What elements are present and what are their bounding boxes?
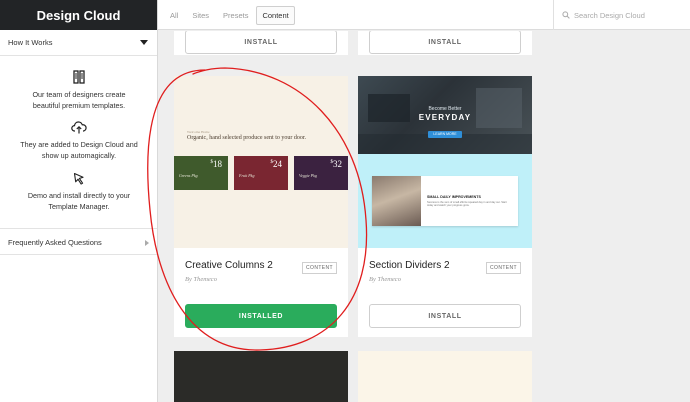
zigzag-divider bbox=[358, 154, 532, 161]
template-grid: INSTALL INSTALL Welcome Home Organic, ha… bbox=[158, 31, 690, 402]
install-button[interactable]: INSTALL bbox=[185, 31, 337, 54]
preview-package: $18 Greens Pkg bbox=[174, 156, 228, 190]
tab-all[interactable]: All bbox=[164, 6, 184, 25]
template-card: INSTALL bbox=[358, 31, 532, 55]
chevron-right-icon bbox=[145, 239, 149, 246]
template-author: By Themeco bbox=[369, 276, 401, 283]
category-badge: CONTENT bbox=[486, 262, 521, 274]
chevron-down-icon bbox=[140, 40, 148, 45]
template-card[interactable] bbox=[358, 351, 532, 402]
preview-package-name: Veggie Pkg bbox=[299, 173, 317, 178]
design-cloud-app: Design Cloud How It Works Our team of de… bbox=[0, 0, 690, 402]
preview-panel: SMALL DAILY IMPROVEMENTS Success is the … bbox=[372, 176, 518, 226]
woman-laptop-photo bbox=[372, 176, 421, 226]
faq-toggle[interactable]: Frequently Asked Questions bbox=[0, 231, 158, 255]
preview-price: $18 bbox=[210, 159, 223, 169]
step-design: Our team of designers create beautiful p… bbox=[0, 70, 158, 111]
template-title: Creative Columns 2 bbox=[185, 260, 273, 271]
template-card-creative-columns: Welcome Home Organic, hand selected prod… bbox=[174, 76, 348, 337]
preview-kicker: Welcome Home bbox=[187, 130, 210, 134]
install-button[interactable]: INSTALL bbox=[369, 31, 521, 54]
step-install: Demo and install directly to your Templa… bbox=[0, 172, 158, 212]
install-button[interactable]: INSTALL bbox=[369, 304, 521, 328]
cursor-arrow-icon bbox=[73, 172, 84, 185]
preview-price: $32 bbox=[330, 159, 343, 169]
search-input[interactable]: Search Design Cloud bbox=[553, 0, 690, 30]
template-card-section-dividers: Become Better EVERYDAY LEARN MORE SMALL … bbox=[358, 76, 532, 337]
how-it-works-label: How It Works bbox=[8, 38, 53, 47]
brand-title: Design Cloud bbox=[0, 0, 157, 30]
sidebar: Design Cloud How It Works Our team of de… bbox=[0, 0, 158, 402]
faq-label: Frequently Asked Questions bbox=[8, 238, 102, 247]
preview-package-name: Greens Pkg bbox=[179, 173, 198, 178]
top-bar: All Sites Presets Content Search Design … bbox=[158, 0, 690, 30]
template-card[interactable] bbox=[174, 351, 348, 402]
search-icon bbox=[562, 11, 570, 19]
template-preview[interactable]: Welcome Home Organic, hand selected prod… bbox=[174, 76, 348, 248]
how-it-works-toggle[interactable]: How It Works bbox=[0, 30, 157, 56]
how-it-works-panel: Our team of designers create beautiful p… bbox=[0, 56, 157, 229]
template-preview[interactable]: Become Better EVERYDAY LEARN MORE SMALL … bbox=[358, 76, 532, 248]
filter-tabs: All Sites Presets Content bbox=[164, 6, 295, 25]
preview-price: $24 bbox=[270, 159, 283, 169]
template-author: By Themeco bbox=[185, 276, 217, 283]
tab-sites[interactable]: Sites bbox=[186, 6, 215, 25]
preview-package: $24 Fruit Pkg bbox=[234, 156, 288, 190]
cloud-upload-icon bbox=[71, 121, 87, 134]
step-text: Our team of designers create beautiful p… bbox=[32, 90, 126, 110]
preview-package-name: Fruit Pkg bbox=[239, 173, 255, 178]
step-text: They are added to Design Cloud and show … bbox=[20, 140, 138, 160]
preview-heading: Become Better EVERYDAY LEARN MORE bbox=[418, 106, 472, 138]
tab-presets[interactable]: Presets bbox=[217, 6, 254, 25]
step-cloud: They are added to Design Cloud and show … bbox=[0, 121, 158, 161]
preview-package: $32 Veggie Pkg bbox=[294, 156, 348, 190]
columns-icon bbox=[73, 70, 85, 84]
search-placeholder: Search Design Cloud bbox=[574, 10, 645, 20]
step-text: Demo and install directly to your Templa… bbox=[27, 191, 131, 211]
tab-content[interactable]: Content bbox=[256, 6, 295, 25]
preview-hero: Become Better EVERYDAY LEARN MORE bbox=[358, 76, 532, 154]
installed-button[interactable]: INSTALLED bbox=[185, 304, 337, 328]
category-badge: CONTENT bbox=[302, 262, 337, 274]
preview-heading: Organic, hand selected produce sent to y… bbox=[187, 135, 307, 141]
template-title: Section Dividers 2 bbox=[369, 260, 450, 271]
template-card: INSTALL bbox=[174, 31, 348, 55]
